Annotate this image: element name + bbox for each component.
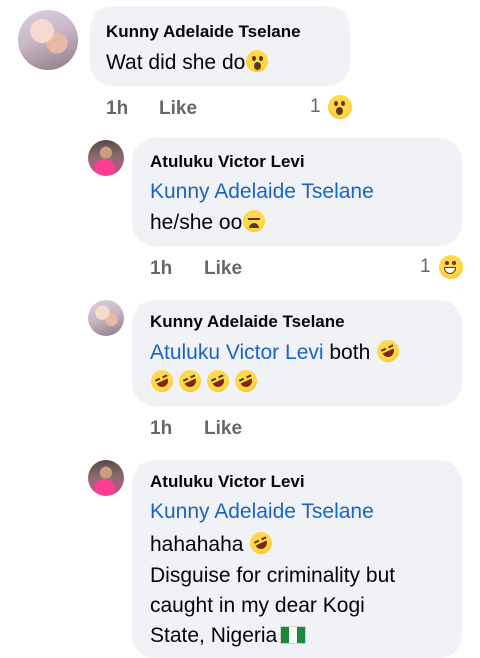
rofl-emoji-icon [147,366,177,396]
like-button[interactable]: Like [159,98,197,120]
astonished-emoji-icon [246,50,269,72]
mention-link[interactable]: Kunny Adelaide Tselane [150,180,374,203]
reaction-astonished-icon[interactable] [328,95,352,119]
mention-link[interactable]: Kunny Adelaide Tselane [150,500,374,523]
comment-mention[interactable]: Kunny Adelaide Tselane [150,180,374,204]
comment-text: he/she oo [150,210,266,235]
comment-mention[interactable]: Kunny Adelaide Tselane [150,500,374,524]
rofl-emoji-icon [231,366,261,396]
comment-4: Atuluku Victor Levi Kunny Adelaide Tsela… [0,450,480,658]
rofl-emoji-icon [373,336,403,366]
mention-link[interactable]: Atuluku Victor Levi [150,341,324,364]
comment-text-body: State, Nigeria [150,624,278,647]
rofl-emoji-icon [203,366,233,396]
comment-text-line: caught in my dear Kogi [150,594,365,617]
reaction-grinning-icon[interactable] [439,255,463,279]
comment-text-line: hahahaha [150,528,276,558]
comment-text-line: State, Nigeria [150,624,307,648]
comment-text: Wat did she do [106,50,269,75]
comment-text-body: hahahaha [150,533,244,556]
like-button[interactable]: Like [204,418,242,440]
comment-text-body: both [323,341,371,364]
comment-time[interactable]: 1h [150,258,172,280]
avatar[interactable] [88,300,124,336]
weary-emoji-icon [243,210,266,232]
comment-text-line: Disguise for criminality but [150,564,396,587]
comment-author[interactable]: Atuluku Victor Levi [150,152,305,172]
like-button[interactable]: Like [204,258,242,280]
comment-text-body: Wat did she do [106,51,246,74]
reaction-count[interactable]: 1 [310,96,321,118]
comment-time[interactable]: 1h [106,98,128,120]
reaction-count[interactable]: 1 [420,256,431,278]
comment-text-body: he/she oo [150,211,243,234]
comment-author[interactable]: Kunny Adelaide Tselane [106,22,301,42]
comment-1: Kunny Adelaide Tselane Wat did she do 1h… [0,0,480,130]
avatar[interactable] [88,460,124,496]
rofl-emoji-icon [175,366,205,396]
comment-mention: Atuluku Victor Levi both [150,336,403,366]
comment-time[interactable]: 1h [150,418,172,440]
avatar[interactable] [88,140,124,176]
comment-2: Atuluku Victor Levi Kunny Adelaide Tsela… [0,130,480,290]
comment-text [147,366,261,396]
rofl-emoji-icon [246,528,276,558]
comment-author[interactable]: Atuluku Victor Levi [150,472,305,492]
nigeria-flag-icon [280,626,307,644]
avatar[interactable] [18,10,78,70]
comment-3: Kunny Adelaide Tselane Atuluku Victor Le… [0,290,480,450]
comment-author[interactable]: Kunny Adelaide Tselane [150,312,345,332]
